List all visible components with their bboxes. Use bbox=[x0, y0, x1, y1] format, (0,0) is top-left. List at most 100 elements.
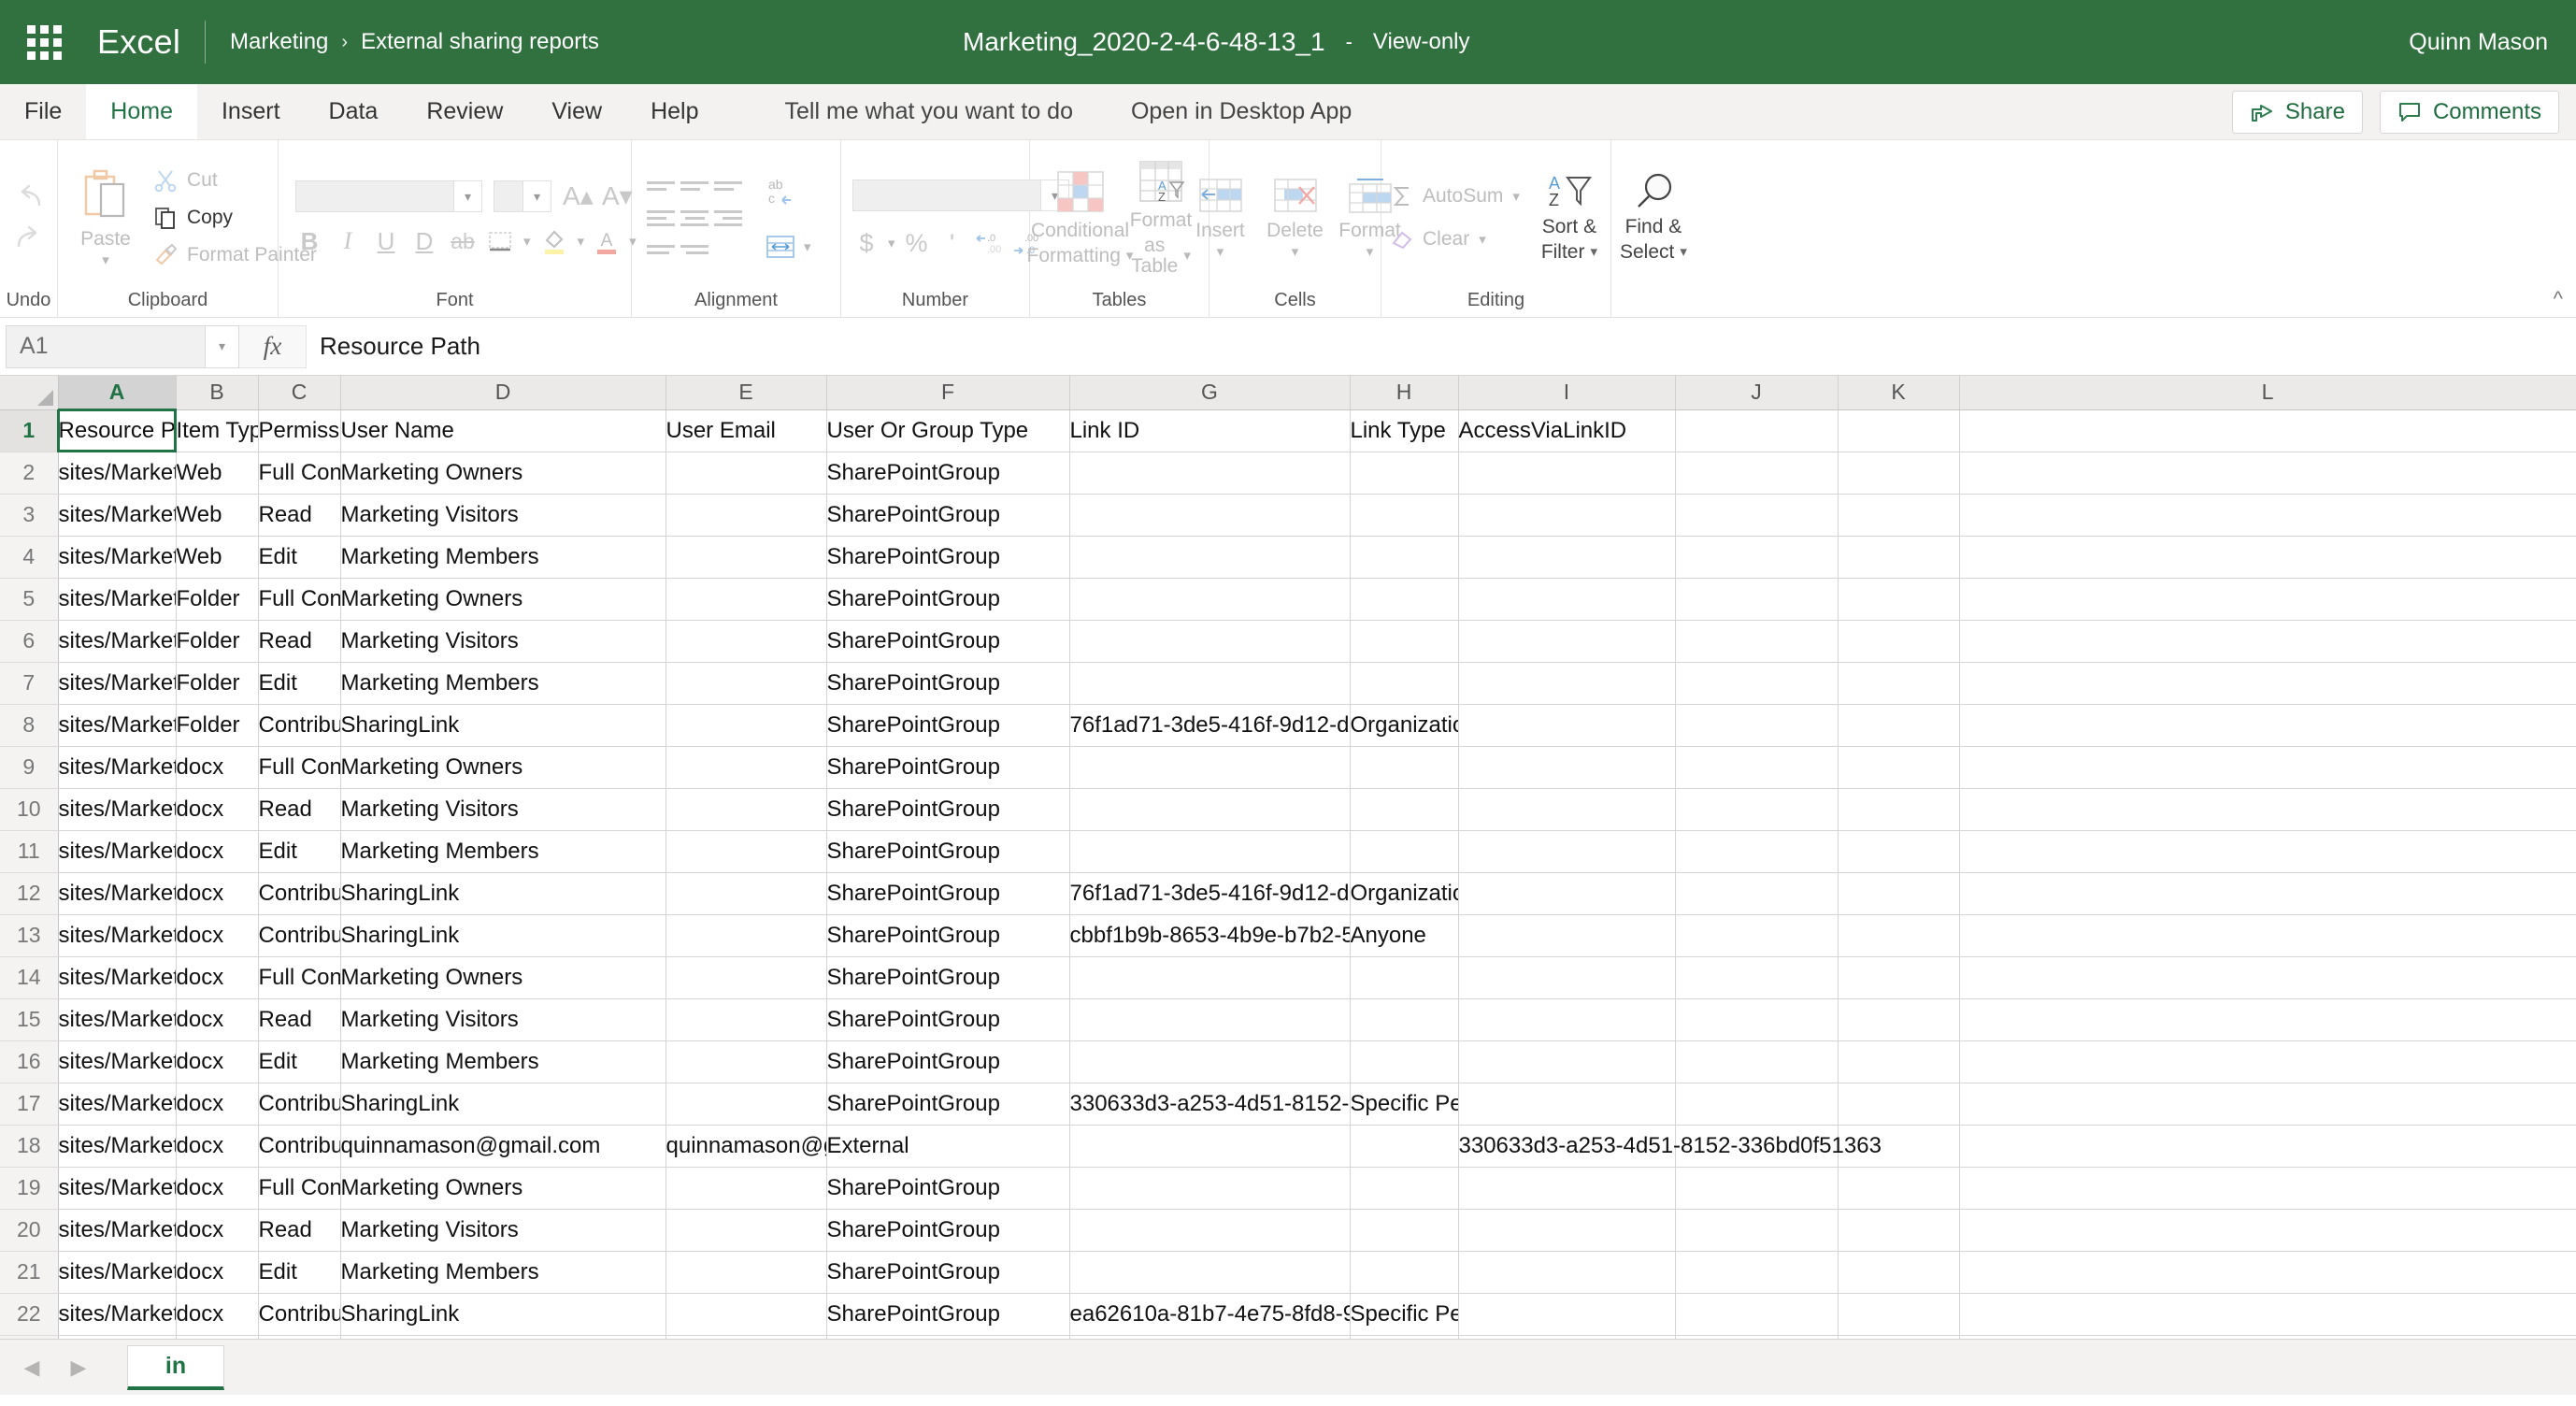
column-header-k[interactable]: K bbox=[1838, 376, 1960, 410]
cell-L21[interactable] bbox=[1959, 1251, 2576, 1294]
cell-I19[interactable] bbox=[1458, 1167, 1676, 1210]
cell-J21[interactable] bbox=[1675, 1251, 1839, 1294]
chevron-down-icon[interactable]: ▾ bbox=[1367, 245, 1374, 260]
cell-G16[interactable] bbox=[1069, 1040, 1351, 1083]
cell-A4[interactable]: sites/Marketing bbox=[58, 536, 177, 579]
cell-L2[interactable] bbox=[1959, 452, 2576, 495]
paste-button[interactable]: Paste ▾ bbox=[71, 167, 140, 269]
cell-J12[interactable] bbox=[1675, 872, 1839, 915]
cell-H5[interactable] bbox=[1350, 578, 1459, 621]
cell-H15[interactable] bbox=[1350, 998, 1459, 1041]
chevron-down-icon[interactable]: ▾ bbox=[578, 233, 585, 250]
cell-K21[interactable] bbox=[1838, 1251, 1960, 1294]
cell-A13[interactable]: sites/Marketing/Sh bbox=[58, 914, 177, 957]
cell-K17[interactable] bbox=[1838, 1083, 1960, 1126]
cell-G13[interactable]: cbbf1b9b-8653-4b9e-b7b2-5 bbox=[1069, 914, 1351, 957]
cell-D19[interactable]: Marketing Owners bbox=[340, 1167, 666, 1210]
cell-B18[interactable]: docx bbox=[176, 1125, 259, 1168]
cell-D21[interactable]: Marketing Members bbox=[340, 1251, 666, 1294]
cell-E1[interactable]: User Email bbox=[665, 409, 827, 452]
cell-G3[interactable] bbox=[1069, 494, 1351, 537]
cell-A8[interactable]: sites/Marketing/Sh bbox=[58, 704, 177, 747]
font-color-icon[interactable]: A bbox=[594, 227, 619, 255]
cell-F16[interactable]: SharePointGroup bbox=[826, 1040, 1070, 1083]
cell-E5[interactable] bbox=[665, 578, 827, 621]
cell-F9[interactable]: SharePointGroup bbox=[826, 746, 1070, 789]
cell-B9[interactable]: docx bbox=[176, 746, 259, 789]
cell-E17[interactable] bbox=[665, 1083, 827, 1126]
cell-A23[interactable]: sites/Marketing/Sh bbox=[58, 1335, 177, 1339]
chevron-down-icon[interactable]: ▾ bbox=[453, 181, 481, 211]
cell-B1[interactable]: Item Type bbox=[176, 409, 259, 452]
cell-L9[interactable] bbox=[1959, 746, 2576, 789]
cell-H16[interactable] bbox=[1350, 1040, 1459, 1083]
cell-G23[interactable] bbox=[1069, 1335, 1351, 1339]
cell-D12[interactable]: SharingLink bbox=[340, 872, 666, 915]
cell-C10[interactable]: Read bbox=[258, 788, 341, 831]
cell-A11[interactable]: sites/Marketing/Sh bbox=[58, 830, 177, 873]
row-header[interactable]: 1 bbox=[0, 409, 59, 452]
cell-C4[interactable]: Edit bbox=[258, 536, 341, 579]
row-header[interactable]: 17 bbox=[0, 1083, 59, 1126]
tab-view[interactable]: View bbox=[527, 84, 626, 139]
font-name-select[interactable]: ▾ bbox=[295, 180, 482, 212]
cell-C1[interactable]: Permission bbox=[258, 409, 341, 452]
cell-E14[interactable] bbox=[665, 956, 827, 999]
chevron-down-icon[interactable]: ▾ bbox=[888, 235, 895, 251]
cell-D5[interactable]: Marketing Owners bbox=[340, 578, 666, 621]
app-launcher-icon[interactable] bbox=[19, 17, 69, 67]
cell-G4[interactable] bbox=[1069, 536, 1351, 579]
row-header[interactable]: 18 bbox=[0, 1125, 59, 1168]
bold-button[interactable]: B bbox=[295, 229, 323, 253]
cell-B12[interactable]: docx bbox=[176, 872, 259, 915]
font-size-select[interactable]: ▾ bbox=[494, 180, 551, 212]
cell-D13[interactable]: SharingLink bbox=[340, 914, 666, 957]
cell-H7[interactable] bbox=[1350, 662, 1459, 705]
cell-G9[interactable] bbox=[1069, 746, 1351, 789]
cell-H9[interactable] bbox=[1350, 746, 1459, 789]
cell-F5[interactable]: SharePointGroup bbox=[826, 578, 1070, 621]
breadcrumb-item-library[interactable]: External sharing reports bbox=[361, 29, 599, 55]
cell-B14[interactable]: docx bbox=[176, 956, 259, 999]
cell-C18[interactable]: Contribute bbox=[258, 1125, 341, 1168]
cell-E15[interactable] bbox=[665, 998, 827, 1041]
cell-D8[interactable]: SharingLink bbox=[340, 704, 666, 747]
cell-A6[interactable]: sites/Marketing/Sh bbox=[58, 620, 177, 663]
cell-L19[interactable] bbox=[1959, 1167, 2576, 1210]
cell-E8[interactable] bbox=[665, 704, 827, 747]
cell-H10[interactable] bbox=[1350, 788, 1459, 831]
row-header[interactable]: 7 bbox=[0, 662, 59, 705]
cell-H19[interactable] bbox=[1350, 1167, 1459, 1210]
cell-A15[interactable]: sites/Marketing/Sh bbox=[58, 998, 177, 1041]
cell-I23[interactable]: ea62610a-81b7-4e75-8fd8-92024d89395c bbox=[1458, 1335, 1676, 1339]
cell-K7[interactable] bbox=[1838, 662, 1960, 705]
row-header[interactable]: 11 bbox=[0, 830, 59, 873]
align-right-icon[interactable] bbox=[714, 206, 742, 230]
cell-E2[interactable] bbox=[665, 452, 827, 495]
cell-J3[interactable] bbox=[1675, 494, 1839, 537]
delete-cells-button[interactable]: Delete ▾ bbox=[1261, 176, 1330, 261]
cell-C8[interactable]: Contribute bbox=[258, 704, 341, 747]
cell-E4[interactable] bbox=[665, 536, 827, 579]
cell-G10[interactable] bbox=[1069, 788, 1351, 831]
row-header[interactable]: 16 bbox=[0, 1040, 59, 1083]
tab-data[interactable]: Data bbox=[305, 84, 403, 139]
column-header-e[interactable]: E bbox=[665, 376, 827, 410]
open-in-desktop-app-button[interactable]: Open in Desktop App bbox=[1097, 84, 1376, 139]
row-header[interactable]: 6 bbox=[0, 620, 59, 663]
cell-D4[interactable]: Marketing Members bbox=[340, 536, 666, 579]
cell-H18[interactable] bbox=[1350, 1125, 1459, 1168]
cell-F14[interactable]: SharePointGroup bbox=[826, 956, 1070, 999]
cell-G5[interactable] bbox=[1069, 578, 1351, 621]
cell-J1[interactable] bbox=[1675, 409, 1839, 452]
cell-F19[interactable]: SharePointGroup bbox=[826, 1167, 1070, 1210]
cell-K2[interactable] bbox=[1838, 452, 1960, 495]
cell-I11[interactable] bbox=[1458, 830, 1676, 873]
column-header-i[interactable]: I bbox=[1458, 376, 1676, 410]
cell-K14[interactable] bbox=[1838, 956, 1960, 999]
cell-I18[interactable]: 330633d3-a253-4d51-8152-336bd0f51363 bbox=[1458, 1125, 1882, 1168]
cell-K16[interactable] bbox=[1838, 1040, 1960, 1083]
cell-G14[interactable] bbox=[1069, 956, 1351, 999]
cell-J15[interactable] bbox=[1675, 998, 1839, 1041]
comma-format-button[interactable]: ' bbox=[938, 230, 966, 256]
